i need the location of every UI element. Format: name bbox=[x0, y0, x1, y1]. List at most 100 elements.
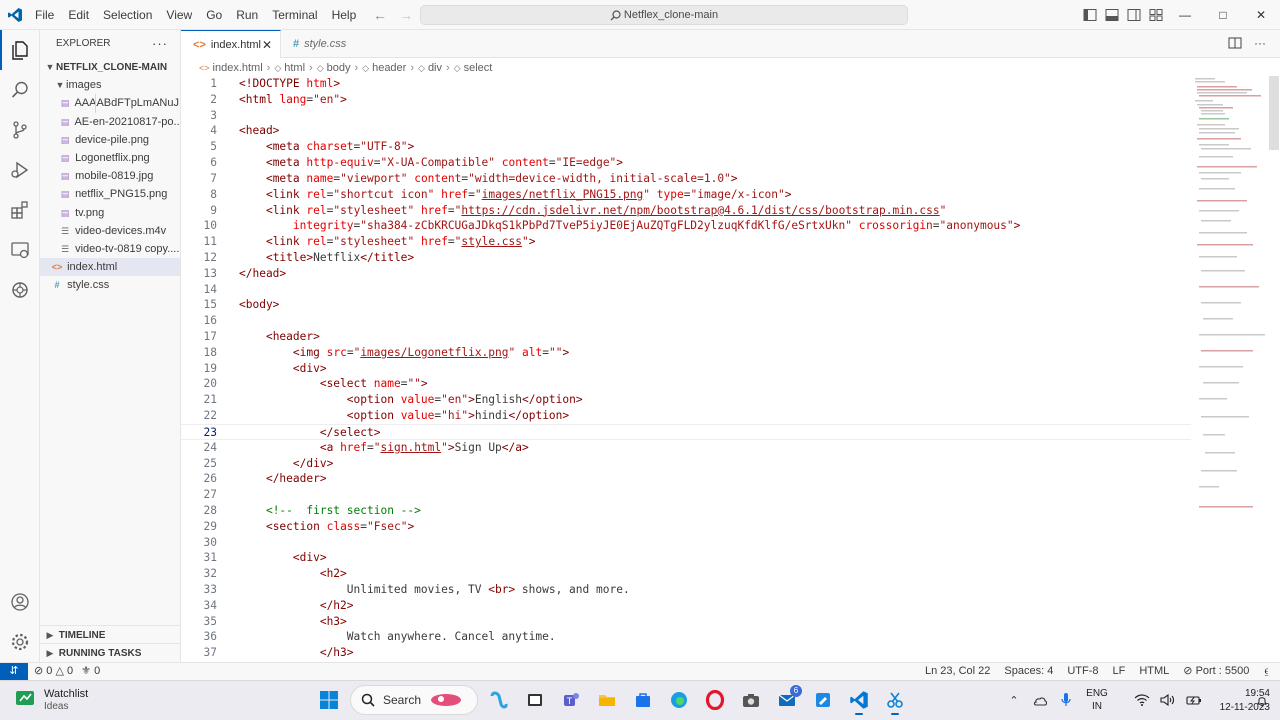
cursor-position[interactable]: Ln 23, Col 22 bbox=[925, 663, 990, 680]
split-editor-icon[interactable] bbox=[1228, 36, 1242, 53]
breadcrumb-item[interactable]: body bbox=[327, 58, 351, 78]
camera-icon[interactable] bbox=[736, 685, 766, 715]
file-item[interactable]: ▤ netflix_PNG15.png bbox=[40, 185, 180, 203]
toggle-secondary-sidebar-icon[interactable] bbox=[1126, 7, 1142, 23]
workspace-root[interactable]: ▼ NETFLIX_CLONE-MAIN bbox=[40, 58, 180, 76]
microphone-icon[interactable] bbox=[1056, 685, 1076, 715]
tab-index-html[interactable]: <> index.html ✕ bbox=[181, 30, 281, 58]
chevron-right-icon: › bbox=[266, 62, 271, 74]
minimap[interactable] bbox=[1193, 76, 1267, 662]
tab-style-css[interactable]: # style.css bbox=[281, 30, 381, 58]
remote-explorer-icon[interactable] bbox=[0, 230, 40, 270]
vscode-taskbar-icon[interactable] bbox=[844, 685, 874, 715]
menu-go[interactable]: Go bbox=[199, 0, 229, 30]
windows-start-icon[interactable] bbox=[314, 685, 344, 715]
run-debug-icon[interactable] bbox=[0, 150, 40, 190]
breadcrumb-item[interactable]: html bbox=[284, 58, 305, 78]
language-mode[interactable]: HTML bbox=[1139, 663, 1169, 680]
minimize-icon[interactable]: — bbox=[1166, 0, 1204, 30]
menu-run[interactable]: Run bbox=[229, 0, 265, 30]
toggle-panel-icon[interactable] bbox=[1104, 7, 1120, 23]
source-control-icon[interactable] bbox=[0, 110, 40, 150]
menu-view[interactable]: View bbox=[159, 0, 199, 30]
breadcrumb-item[interactable]: select bbox=[464, 58, 493, 78]
code-line: 6 <meta http-equiv="X-UA-Compatible" con… bbox=[210, 156, 624, 170]
more-actions-icon[interactable]: ··· bbox=[1254, 36, 1266, 53]
explorer-icon[interactable] bbox=[0, 30, 40, 70]
mail-icon[interactable]: 6 bbox=[772, 685, 802, 715]
more-actions-icon[interactable]: ··· bbox=[152, 30, 168, 58]
file-item[interactable]: ▤ AE-en-20210817-po... bbox=[40, 113, 180, 131]
encoding[interactable]: UTF-8 bbox=[1067, 663, 1098, 680]
chevron-right-icon: › bbox=[446, 62, 450, 74]
image-file-icon: ▤ bbox=[60, 207, 70, 218]
file-item[interactable]: ☰ video-devices.m4v bbox=[40, 222, 180, 240]
notification-bell-icon[interactable] bbox=[1256, 695, 1268, 710]
microsoft-store-icon[interactable] bbox=[628, 685, 658, 715]
code-editor[interactable]: 1 <!DOCTYPE html> 2 <html lang="en"> 3 4 <h… bbox=[181, 76, 1191, 662]
file-item[interactable]: ☰ video-tv-0819 copy.... bbox=[40, 240, 180, 258]
onedrive-cloud-icon[interactable] bbox=[1030, 685, 1050, 715]
back-arrow-icon[interactable]: ← bbox=[372, 6, 388, 24]
indentation[interactable]: Spaces: 4 bbox=[1004, 663, 1053, 680]
video-file-icon: ☰ bbox=[60, 243, 70, 254]
search-icon[interactable] bbox=[0, 70, 40, 110]
file-item[interactable]: ▤ AAAABdFTpLmANuJ... bbox=[40, 94, 180, 113]
maximize-icon[interactable]: □ bbox=[1204, 0, 1242, 30]
settings-gear-icon[interactable] bbox=[0, 622, 40, 662]
code-line: 31 <div> bbox=[203, 551, 327, 565]
file-item[interactable]: ▤ tv.png bbox=[40, 204, 180, 222]
menu-edit[interactable]: Edit bbox=[61, 0, 96, 30]
menu-selection[interactable]: Selection bbox=[96, 0, 159, 30]
edge-browser-icon[interactable] bbox=[664, 685, 694, 715]
live-server-port[interactable]: ⊘ Port : 5500 bbox=[1183, 663, 1249, 680]
forward-arrow-icon[interactable]: → bbox=[398, 6, 414, 24]
menu-file[interactable]: File bbox=[28, 0, 61, 30]
command-center[interactable]: Netflex_clone-main bbox=[420, 5, 908, 25]
watchlist-icon bbox=[16, 691, 34, 705]
file-item[interactable]: ▤ Logonetflix.png bbox=[40, 149, 180, 167]
code-line: 8 <link rel="shortcut icon" href="images… bbox=[210, 187, 792, 201]
battery-icon[interactable] bbox=[1184, 685, 1204, 715]
menu-help[interactable]: Help bbox=[325, 0, 364, 30]
vertical-scrollbar[interactable] bbox=[1269, 76, 1279, 150]
teams-icon[interactable]: T bbox=[556, 685, 586, 715]
toggle-primary-sidebar-icon[interactable] bbox=[1082, 7, 1098, 23]
breadcrumb-item[interactable]: index.html bbox=[213, 58, 263, 78]
customize-layout-icon[interactable] bbox=[1148, 7, 1164, 23]
wifi-icon[interactable] bbox=[1132, 685, 1152, 715]
volume-icon[interactable] bbox=[1158, 685, 1178, 715]
end-of-line[interactable]: LF bbox=[1112, 663, 1125, 680]
file-explorer-icon[interactable] bbox=[592, 685, 622, 715]
menu-terminal[interactable]: Terminal bbox=[265, 0, 324, 30]
running-tasks-section[interactable]: ▶ RUNNING TASKS bbox=[40, 643, 181, 661]
taskbar-search[interactable]: Search bbox=[350, 685, 478, 715]
ports-indicator[interactable]: ⚜ 0 bbox=[81, 663, 100, 680]
file-item-index-html[interactable]: <> index.html bbox=[40, 258, 180, 277]
timeline-section[interactable]: ▶ TIMELINE bbox=[40, 625, 181, 643]
file-item[interactable]: ▤ device-pile.png bbox=[40, 131, 180, 149]
whiteboard-icon[interactable] bbox=[808, 685, 838, 715]
input-language[interactable]: ENG IN bbox=[1082, 687, 1112, 713]
account-icon[interactable] bbox=[0, 582, 40, 622]
remote-indicator-icon[interactable]: ⇵ bbox=[0, 663, 28, 680]
snipping-tool-icon[interactable] bbox=[880, 685, 910, 715]
code-line: 28 <!-- first section --> bbox=[203, 503, 421, 517]
close-icon[interactable]: ✕ bbox=[1242, 0, 1280, 30]
file-item[interactable]: ▤ mobile-0819.jpg bbox=[40, 167, 180, 185]
chatgpt-icon[interactable] bbox=[0, 270, 40, 310]
breadcrumb-item[interactable]: header bbox=[372, 58, 406, 78]
extensions-icon[interactable] bbox=[0, 190, 40, 230]
copilot-icon[interactable] bbox=[484, 685, 514, 715]
file-item-style-css[interactable]: # style.css bbox=[40, 276, 180, 294]
notifications-bell-icon[interactable]: ⍷ bbox=[1263, 663, 1270, 680]
task-view-icon[interactable] bbox=[520, 685, 550, 715]
show-hidden-icons-chevron-up-icon[interactable]: ⌃ bbox=[1004, 685, 1024, 715]
opera-browser-icon[interactable] bbox=[700, 685, 730, 715]
close-icon[interactable]: ✕ bbox=[262, 31, 272, 59]
problems-indicator[interactable]: ⊘ 0 △ 0 bbox=[34, 663, 73, 680]
folder-images[interactable]: ▼ images bbox=[40, 76, 180, 94]
chevron-down-icon: ▼ bbox=[45, 62, 55, 72]
breadcrumb-item[interactable]: div bbox=[428, 58, 442, 78]
widgets-button[interactable]: Watchlist Ideas bbox=[14, 687, 88, 713]
